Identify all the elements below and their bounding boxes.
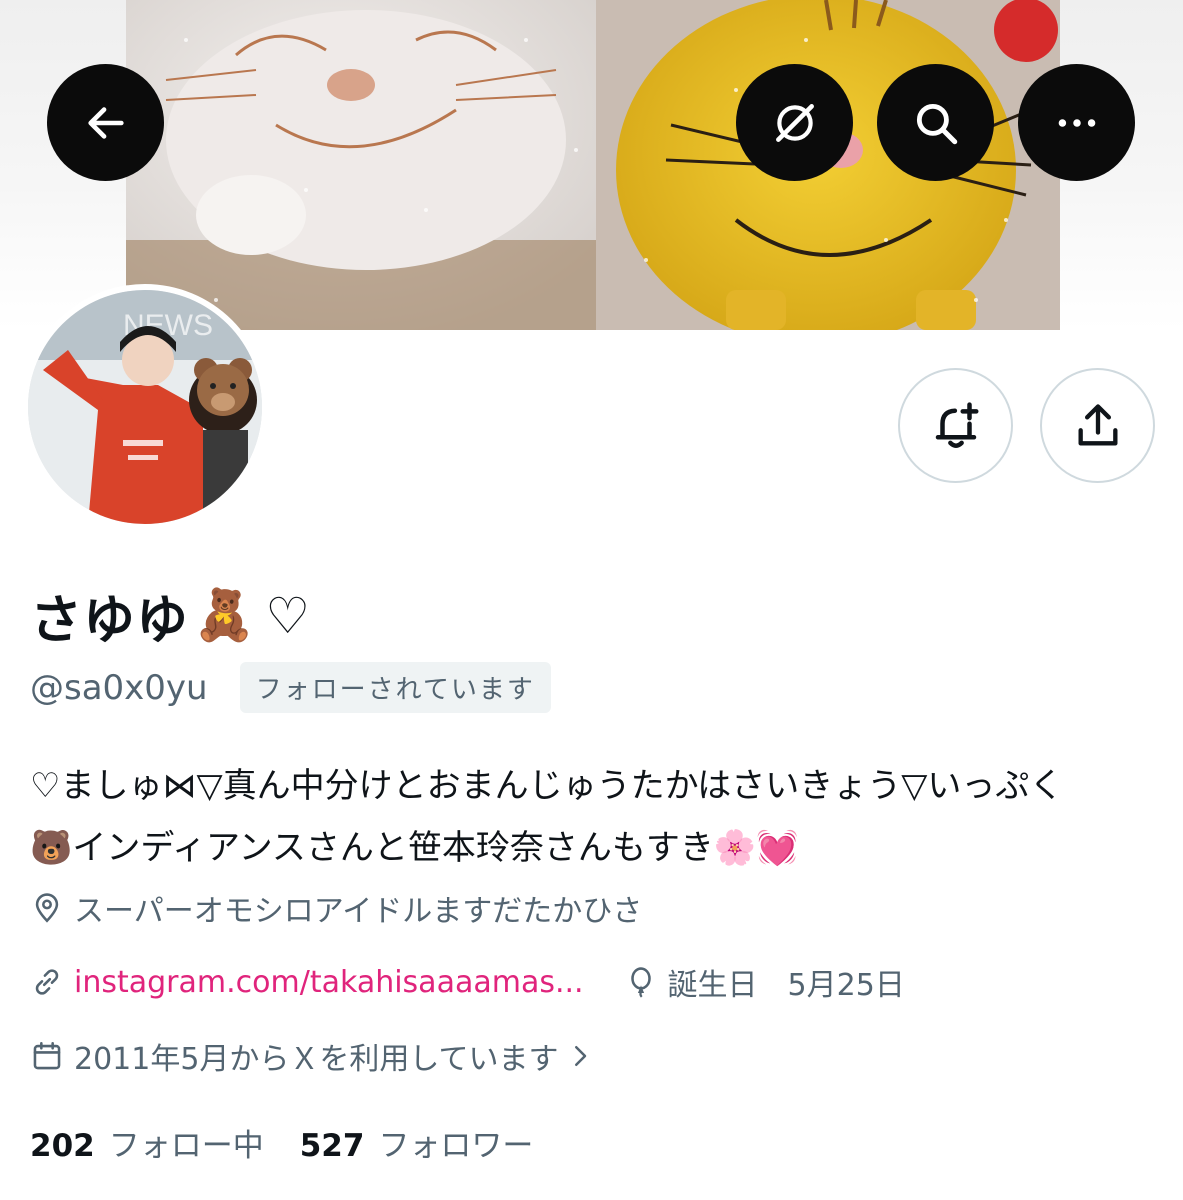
followers-label: フォロワー [378, 1128, 534, 1164]
bio-line: ♡ましゅ⋈▽真ん中分けとおまんじゅうたかはさいきょう▽いっぷく [30, 766, 1064, 806]
arrow-left-icon [87, 106, 124, 139]
share-button[interactable] [1040, 368, 1155, 483]
more-horizontal-icon [1058, 118, 1095, 127]
handle-row: @sa0x0yu フォローされています [30, 662, 551, 713]
following-stat[interactable]: 202 フォロー中 [30, 1120, 264, 1165]
teddy-bear-emoji: 🧸 [193, 586, 256, 644]
follow-counts: 202 フォロー中 527 フォロワー [30, 1120, 533, 1165]
website-link[interactable]: instagram.com/takahisaaaamas... [74, 965, 584, 1000]
following-count: 202 [30, 1128, 95, 1164]
location-text: スーパーオモシロアイドルますだたかひさ [74, 894, 643, 929]
share-icon [1078, 403, 1117, 445]
joined-text: 2011年5月からＸを利用しています [74, 1042, 559, 1077]
bio-line: 🐻インディアンスさんと笹本玲奈さんもすき🌸💓 [30, 828, 799, 868]
more-button[interactable] [1018, 64, 1135, 181]
balloon-icon [630, 967, 651, 998]
chevron-right-icon [574, 1046, 586, 1066]
search-icon [916, 103, 957, 144]
joined-row[interactable]: 2011年5月からＸを利用しています [30, 1034, 605, 1078]
location-pin-icon [35, 893, 59, 923]
grok-button[interactable] [736, 64, 853, 181]
notify-button[interactable] [898, 368, 1013, 483]
followers-count: 527 [299, 1128, 365, 1164]
heart-emoji: ♡ [265, 586, 311, 645]
search-button[interactable] [877, 64, 994, 181]
bell-plus-icon [935, 401, 978, 448]
website-birthday-row: instagram.com/takahisaaaamas... 誕生日 5月25… [30, 960, 905, 1004]
following-label: フォロー中 [108, 1128, 264, 1164]
user-handle: @sa0x0yu [30, 667, 208, 708]
back-button[interactable] [47, 64, 164, 181]
display-name-row: さゆゆ 🧸 ♡ [30, 578, 310, 653]
profile-avatar[interactable]: NEWS [22, 284, 268, 530]
profile-bio: ♡ましゅ⋈▽真ん中分けとおまんじゅうたかはさいきょう▽いっぷく 🐻インディアンス… [30, 755, 1150, 879]
follows-you-badge: フォローされています [239, 662, 551, 713]
calendar-icon [33, 1041, 61, 1070]
birthday-text: 誕生日 5月25日 [667, 968, 905, 1003]
followers-stat[interactable]: 527 フォロワー [300, 1120, 534, 1165]
display-name: さゆゆ [30, 591, 190, 651]
location-row: スーパーオモシロアイドルますだたかひさ [30, 886, 642, 930]
link-icon [35, 969, 59, 995]
grok-icon [775, 103, 814, 142]
